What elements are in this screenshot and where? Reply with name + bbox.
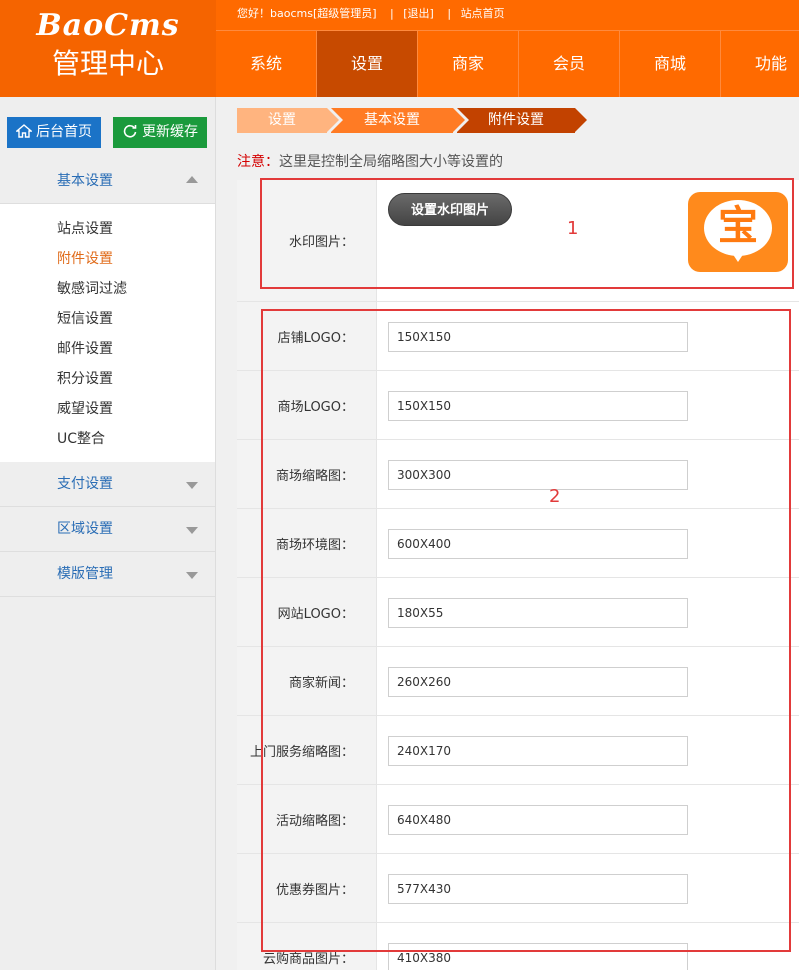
nav-system[interactable]: 系统 bbox=[216, 31, 317, 97]
top-nav: 系统 设置 商家 会员 商城 功能 bbox=[216, 30, 799, 97]
nav-mall[interactable]: 商城 bbox=[620, 31, 721, 97]
sidebar-item-email[interactable]: 邮件设置 bbox=[0, 334, 215, 364]
form-row: 活动缩略图： 640X480 bbox=[237, 785, 799, 854]
row-label: 商家新闻： bbox=[237, 647, 377, 715]
chevron-down-icon bbox=[186, 527, 198, 534]
annotation-1: 1 bbox=[567, 218, 579, 239]
refresh-icon bbox=[123, 124, 137, 138]
mall-thumb-size-input[interactable]: 300X300 bbox=[388, 460, 688, 490]
row-label: 商场LOGO： bbox=[237, 371, 377, 439]
form-row: 网站LOGO： 180X55 bbox=[237, 578, 799, 647]
home-icon bbox=[16, 124, 32, 138]
form-row: 上门服务缩略图： 240X170 bbox=[237, 716, 799, 785]
watermark-image: 宝 bbox=[688, 192, 788, 272]
sidebar-group-label: 支付设置 bbox=[57, 476, 113, 492]
sidebar-item-word-filter[interactable]: 敏感词过滤 bbox=[0, 274, 215, 304]
breadcrumb: 设置 基本设置 附件设置 bbox=[237, 108, 587, 133]
service-thumb-size-input[interactable]: 240X170 bbox=[388, 736, 688, 766]
logo: BaoCms 管理中心 bbox=[0, 0, 216, 97]
nav-merchant[interactable]: 商家 bbox=[418, 31, 519, 97]
cloud-goods-size-input[interactable]: 410X380 bbox=[388, 943, 688, 970]
logout-link[interactable]: [退出] bbox=[403, 7, 434, 20]
brand-logo: BaoCms bbox=[36, 8, 180, 43]
row-label: 商场环境图： bbox=[237, 509, 377, 577]
row-label: 优惠券图片： bbox=[237, 854, 377, 922]
activity-thumb-size-input[interactable]: 640X480 bbox=[388, 805, 688, 835]
form-row: 商家新闻： 260X260 bbox=[237, 647, 799, 716]
breadcrumb-attachment: 附件设置 bbox=[457, 108, 587, 133]
notice-label: 注意： bbox=[237, 154, 279, 170]
form-row: 云购商品图片： 410X380 bbox=[237, 923, 799, 970]
row-label: 活动缩略图： bbox=[237, 785, 377, 853]
nav-member[interactable]: 会员 bbox=[519, 31, 620, 97]
admin-home-button[interactable]: 后台首页 bbox=[7, 117, 101, 148]
greeting-text: 您好！baocms[超级管理员] bbox=[237, 7, 377, 20]
shop-logo-size-input[interactable]: 150X150 bbox=[388, 322, 688, 352]
sidebar-group-label: 区域设置 bbox=[57, 521, 113, 537]
admin-home-label: 后台首页 bbox=[36, 124, 92, 140]
chevron-down-icon bbox=[186, 572, 198, 579]
watermark-image-char: 宝 bbox=[718, 203, 758, 249]
row-label: 商场缩略图： bbox=[237, 440, 377, 508]
form-row: 优惠券图片： 577X430 bbox=[237, 854, 799, 923]
mall-env-size-input[interactable]: 600X400 bbox=[388, 529, 688, 559]
form-row: 商场环境图： 600X400 bbox=[237, 509, 799, 578]
sidebar-item-site[interactable]: 站点设置 bbox=[0, 214, 215, 244]
settings-form: 水印图片： 设置水印图片 宝 店铺LOGO： 150X150 商场LOGO： 1… bbox=[237, 180, 799, 970]
sidebar-item-prestige[interactable]: 威望设置 bbox=[0, 394, 215, 424]
row-label: 云购商品图片： bbox=[237, 923, 377, 970]
top-user-info: 您好！baocms[超级管理员] | [退出] | 站点首页 bbox=[237, 7, 505, 20]
update-cache-button[interactable]: 更新缓存 bbox=[113, 117, 207, 148]
sidebar-sublist-basic: 站点设置 附件设置 敏感词过滤 短信设置 邮件设置 积分设置 威望设置 UC整合 bbox=[0, 204, 215, 462]
row-label: 店铺LOGO： bbox=[237, 302, 377, 370]
sidebar-item-sms[interactable]: 短信设置 bbox=[0, 304, 215, 334]
sidebar-group-template[interactable]: 模版管理 bbox=[0, 552, 215, 597]
site-home-link[interactable]: 站点首页 bbox=[461, 7, 505, 20]
form-row: 商场缩略图： 300X300 bbox=[237, 440, 799, 509]
breadcrumb-basic[interactable]: 基本设置 bbox=[331, 108, 465, 133]
sidebar-group-payment[interactable]: 支付设置 bbox=[0, 462, 215, 507]
nav-settings[interactable]: 设置 bbox=[317, 31, 418, 97]
site-logo-size-input[interactable]: 180X55 bbox=[388, 598, 688, 628]
annotation-2: 2 bbox=[549, 486, 561, 507]
nav-function[interactable]: 功能 bbox=[721, 31, 799, 97]
form-row: 店铺LOGO： 150X150 bbox=[237, 302, 799, 371]
update-cache-label: 更新缓存 bbox=[142, 124, 198, 140]
notice: 注意：这里是控制全局缩略图大小等设置的 bbox=[237, 151, 503, 171]
chevron-up-icon bbox=[186, 176, 198, 183]
sidebar-item-uc[interactable]: UC整合 bbox=[0, 424, 215, 454]
watermark-label: 水印图片： bbox=[237, 180, 377, 301]
sidebar-group-label: 基本设置 bbox=[57, 173, 113, 189]
sidebar-item-attachment[interactable]: 附件设置 bbox=[0, 244, 215, 274]
notice-text: 这里是控制全局缩略图大小等设置的 bbox=[279, 154, 503, 170]
sidebar-group-region[interactable]: 区域设置 bbox=[0, 507, 215, 552]
sidebar-item-points[interactable]: 积分设置 bbox=[0, 364, 215, 394]
form-row: 商场LOGO： 150X150 bbox=[237, 371, 799, 440]
mall-logo-size-input[interactable]: 150X150 bbox=[388, 391, 688, 421]
merchant-news-size-input[interactable]: 260X260 bbox=[388, 667, 688, 697]
breadcrumb-settings[interactable]: 设置 bbox=[237, 108, 339, 133]
header: BaoCms 管理中心 您好！baocms[超级管理员] | [退出] | 站点… bbox=[0, 0, 799, 97]
logo-subtitle: 管理中心 bbox=[51, 47, 164, 80]
row-label: 上门服务缩略图： bbox=[237, 716, 377, 784]
row-label: 网站LOGO： bbox=[237, 578, 377, 646]
sidebar-group-label: 模版管理 bbox=[57, 566, 113, 582]
coupon-image-size-input[interactable]: 577X430 bbox=[388, 874, 688, 904]
watermark-row: 水印图片： 设置水印图片 宝 bbox=[237, 180, 799, 302]
sidebar-group-basic[interactable]: 基本设置 bbox=[0, 159, 215, 204]
sidebar: 后台首页 更新缓存 基本设置 站点设置 附件设置 敏感词过滤 短信设置 邮件设置… bbox=[0, 97, 216, 970]
set-watermark-button[interactable]: 设置水印图片 bbox=[388, 193, 512, 226]
chevron-down-icon bbox=[186, 482, 198, 489]
